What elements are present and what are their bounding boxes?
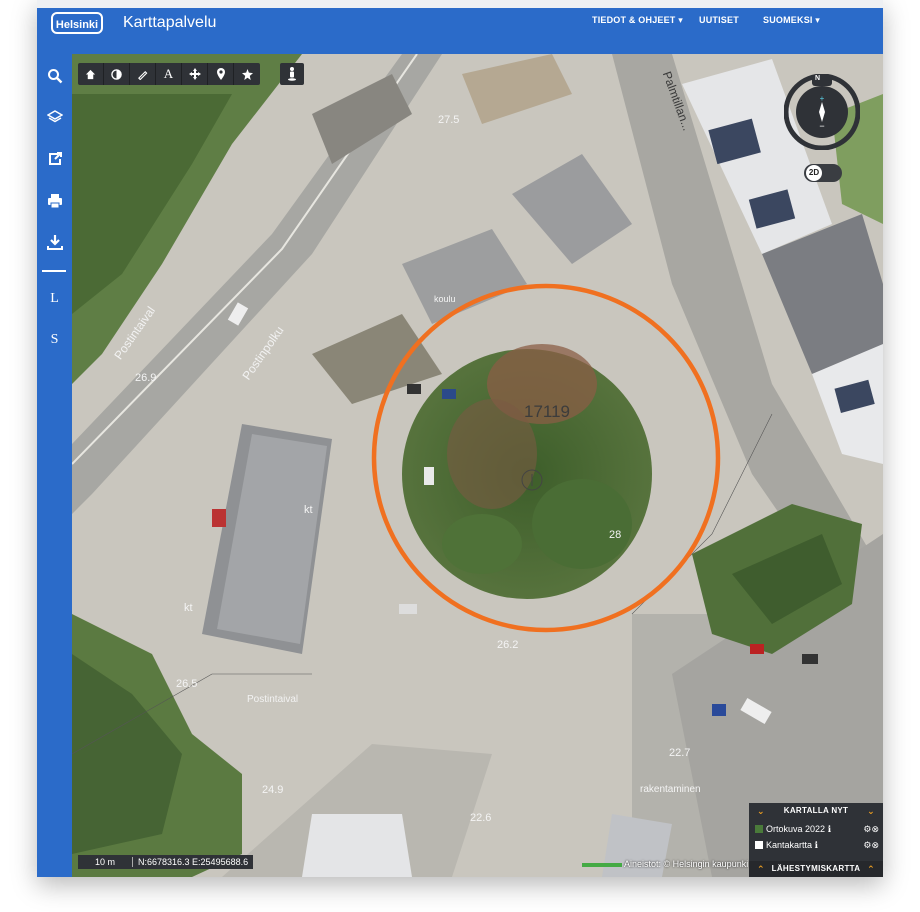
map-canvas[interactable]: 17119 27.5 26.9 26.5 24.9 22.6 26.2 22.7… (72, 54, 883, 877)
app-title: Karttapalvelu (123, 14, 217, 31)
layer-row-ortokuva[interactable]: Ortokuva 2022 ℹ (755, 824, 831, 835)
elevation-label: 28 (609, 529, 622, 541)
sidebar-item-s[interactable]: S (37, 327, 72, 353)
elevation-label: 22.7 (669, 747, 691, 759)
chevron-up-icon: ⌃ (757, 864, 765, 874)
helsinki-logo[interactable]: Helsinki (51, 12, 103, 34)
layers-panel-title: KARTALLA NYT (783, 806, 849, 815)
left-sidebar: L S (37, 54, 72, 877)
sidebar-divider (42, 270, 66, 272)
elevation-label: 26.2 (497, 639, 519, 651)
measure-icon[interactable] (130, 63, 156, 85)
elevation-label: 27.5 (438, 114, 460, 126)
attribution-bar (582, 863, 622, 867)
marker-icon[interactable] (208, 63, 234, 85)
layer-settings-icon[interactable]: ⚙⊗ (863, 824, 879, 835)
overview-map-title: LÄHESTYMISKARTTA (771, 864, 861, 873)
elevation-label: 22.6 (470, 812, 492, 824)
elevation-label: 24.9 (262, 784, 284, 796)
pedestrian-icon[interactable] (280, 63, 304, 85)
layer-checkbox[interactable] (755, 841, 763, 849)
print-icon[interactable] (37, 189, 72, 215)
scale-label: 10 m (78, 857, 133, 867)
home-icon[interactable] (78, 63, 104, 85)
app-header: Helsinki Karttapalvelu TIEDOT & OHJEET ▾… (37, 0, 883, 54)
map-service-window: Helsinki Karttapalvelu TIEDOT & OHJEET ▾… (37, 0, 883, 877)
layer-label: Kantakartta (766, 840, 813, 850)
text-tool-icon[interactable]: A (156, 63, 182, 85)
chevron-down-icon: ⌄ (757, 806, 765, 816)
layer-settings-icon[interactable]: ⚙⊗ (863, 840, 879, 851)
compass-control[interactable]: + − N (783, 73, 861, 151)
view-mode-label: 2D (806, 165, 822, 181)
info-icon[interactable]: ℹ (815, 840, 818, 850)
browser-strip (37, 0, 883, 8)
contrast-icon[interactable] (104, 63, 130, 85)
elevation-label: 26.5 (176, 678, 198, 690)
sidebar-item-l[interactable]: L (37, 286, 72, 312)
layers-panel-header[interactable]: ⌄ KARTALLA NYT ⌄ (749, 803, 883, 819)
search-icon[interactable] (37, 64, 72, 90)
compass-north-label: N (815, 75, 821, 82)
share-icon[interactable] (37, 147, 72, 173)
nav-language[interactable]: SUOMEKSI ▾ (763, 15, 820, 26)
layers-panel: ⌄ KARTALLA NYT ⌄ Ortokuva 2022 ℹ ⚙⊗ Kant… (749, 803, 883, 877)
layer-checkbox[interactable] (755, 825, 763, 833)
chevron-down-icon: ⌄ (867, 806, 875, 816)
zoning-label: rakentaminen (640, 784, 701, 795)
move-icon[interactable] (182, 63, 208, 85)
chevron-up-icon: ⌃ (867, 864, 875, 874)
layer-row-kantakartta[interactable]: Kantakartta ℹ (755, 840, 818, 851)
svg-text:−: − (819, 121, 824, 131)
nav-info-guides[interactable]: TIEDOT & OHJEET ▾ (592, 15, 683, 26)
zoning-label: koulu (434, 294, 456, 304)
overview-map-header[interactable]: ⌃ LÄHESTYMISKARTTA ⌃ (749, 861, 883, 877)
download-icon[interactable] (37, 230, 72, 256)
layer-label: Ortokuva 2022 (766, 824, 826, 834)
street-name-label: Postintaival (247, 694, 299, 705)
coordinates-readout: N:6678316.3 E:25495688.6 (138, 857, 249, 867)
aerial-orthophoto (72, 54, 883, 877)
zoning-label: kt (304, 504, 313, 516)
shape-icon[interactable] (234, 63, 260, 85)
view-mode-toggle[interactable]: 2D (804, 164, 842, 182)
parcel-number-label: 17119 (524, 402, 571, 421)
map-toolbar: A (78, 63, 260, 85)
elevation-label: 26.9 (135, 372, 157, 384)
svg-text:+: + (820, 94, 825, 103)
layers-icon[interactable] (37, 105, 72, 131)
info-icon[interactable]: ℹ (828, 824, 831, 834)
zoning-label: kt (184, 602, 193, 614)
scale-bar: 10 m N:6678316.3 E:25495688.6 (78, 855, 254, 869)
nav-news[interactable]: UUTISET (699, 15, 739, 25)
attribution-text[interactable]: Aineistot: © Helsingin kaupunki (624, 859, 748, 869)
